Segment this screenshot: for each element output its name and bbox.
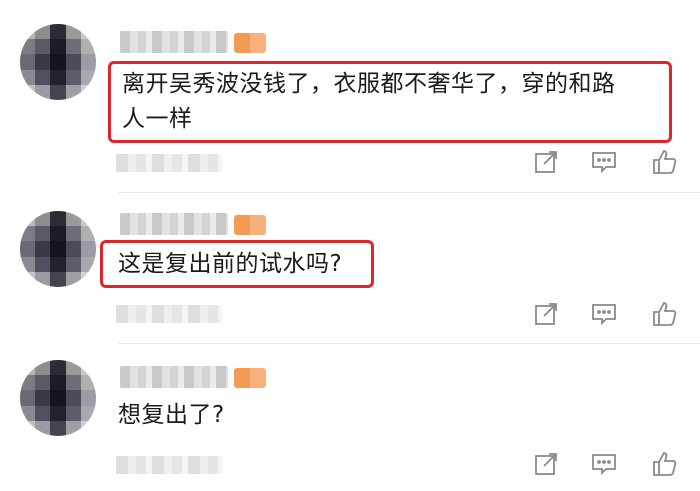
username[interactable] [120,366,228,388]
user-badge [234,33,266,53]
comment-actions [532,148,682,178]
comment-text-line2: 人一样 [122,106,193,132]
comment-actions [532,300,682,330]
comment-item: 想复出了? [0,344,700,491]
comment-icon[interactable] [590,450,618,478]
like-icon[interactable] [650,300,678,328]
avatar[interactable] [20,24,96,100]
comment-icon[interactable] [590,148,618,176]
comment-actions [532,450,682,480]
username[interactable] [120,213,228,235]
user-badge [234,368,266,388]
like-icon[interactable] [650,450,678,478]
timestamp [116,456,222,474]
comment-icon[interactable] [590,300,618,328]
timestamp [116,154,222,172]
comment-text: 这是复出前的试水吗? [118,251,343,277]
user-badge [234,215,266,235]
username[interactable] [120,31,228,53]
comment-item: 离开吴秀波没钱了，衣服都不奢华了，穿的和路 人一样 [0,0,700,192]
share-icon[interactable] [532,300,560,328]
like-icon[interactable] [650,148,678,176]
avatar[interactable] [20,360,96,436]
share-icon[interactable] [532,148,560,176]
avatar[interactable] [20,211,96,287]
comment-text: 离开吴秀波没钱了，衣服都不奢华了，穿的和路 [122,71,616,97]
comment-item: 这是复出前的试水吗? [0,193,700,343]
share-icon[interactable] [532,450,560,478]
timestamp [116,305,222,323]
comment-text: 想复出了? [118,402,225,428]
